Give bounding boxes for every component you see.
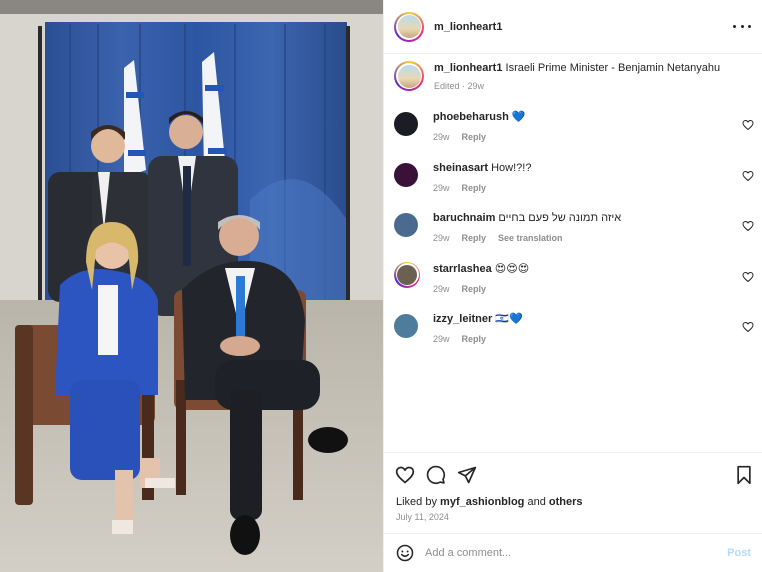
comment-like-heart-icon[interactable] <box>742 119 754 131</box>
caption-avatar[interactable] <box>394 61 424 91</box>
send-icon[interactable] <box>457 465 477 485</box>
commenter-avatar[interactable] <box>394 261 420 288</box>
caption-text: Israeli Prime Minister - Benjamin Netany… <box>505 62 721 74</box>
reply-button[interactable]: Reply <box>462 181 487 195</box>
post-photo[interactable] <box>0 0 383 572</box>
comment-username[interactable]: phoebeharush <box>433 111 509 123</box>
comment-time: 29w <box>433 233 450 243</box>
likes-others-link[interactable]: others <box>549 496 583 508</box>
photo-illustration <box>0 0 383 572</box>
comment-time: 29w <box>433 334 450 344</box>
see-translation-button[interactable]: See translation <box>498 231 563 245</box>
post-header: m_lionheart1 <box>384 0 762 54</box>
comment-item: phoebeharush 💙 29w Reply <box>394 110 754 161</box>
caption: m_lionheart1 Israeli Prime Minister - Be… <box>394 61 754 93</box>
comment-item: starrlashea 😍😍😍 29w Reply <box>394 261 754 313</box>
comment-text: 😍😍😍 <box>494 262 530 275</box>
comment-item: izzy_leitner 🇮🇱💙 29w Reply <box>394 312 754 363</box>
comment-username[interactable]: baruchnaim <box>433 212 495 224</box>
heart-icon[interactable] <box>395 465 415 485</box>
comment-like-heart-icon[interactable] <box>742 321 754 333</box>
reply-button[interactable]: Reply <box>462 282 487 296</box>
emoji-smiley-icon[interactable] <box>396 544 414 562</box>
comment-like-heart-icon[interactable] <box>742 220 754 232</box>
commenter-avatar[interactable] <box>394 112 418 136</box>
reply-button[interactable]: Reply <box>462 332 487 346</box>
bookmark-icon[interactable] <box>734 465 754 485</box>
post-action-bar <box>384 452 762 494</box>
comment-time: 29w <box>433 283 450 294</box>
comment-input[interactable] <box>425 547 715 559</box>
post-sidebar: m_lionheart1 m_lionheart1 Israeli Prime … <box>383 0 762 572</box>
comment-like-heart-icon[interactable] <box>742 170 754 182</box>
comment-text: How!?!? <box>491 161 532 174</box>
caption-username[interactable]: m_lionheart1 <box>434 62 502 74</box>
author-username[interactable]: m_lionheart1 <box>434 21 502 33</box>
comment-composer: Post <box>384 533 762 572</box>
comment-username[interactable]: sheinasart <box>433 162 488 174</box>
author-avatar[interactable] <box>394 11 424 42</box>
post-comment-button[interactable]: Post <box>727 547 751 559</box>
caption-meta: Edited · 29w <box>434 81 485 91</box>
comment-username[interactable]: starrlashea <box>433 263 492 275</box>
comments-list: phoebeharush 💙 29w Reply sheinasart How!… <box>394 110 754 363</box>
reply-button[interactable]: Reply <box>462 231 487 245</box>
likes-prefix: Liked by <box>396 496 437 508</box>
comment-item: baruchnaim איזה תמונה של פעם בחיים 29w R… <box>394 211 754 262</box>
post-date: July 11, 2024 <box>396 512 449 522</box>
comment-bubble-icon[interactable] <box>426 465 446 485</box>
likes-summary: Liked by myf_ashionblog and others <box>396 496 583 508</box>
commenter-avatar[interactable] <box>394 162 418 187</box>
liked-by-user[interactable]: myf_ashionblog <box>440 496 524 508</box>
comment-item: sheinasart How!?!? 29w Reply <box>394 161 754 212</box>
comment-text: 🇮🇱💙 <box>495 313 523 325</box>
comment-like-heart-icon[interactable] <box>742 271 754 283</box>
comment-text: איזה תמונה של פעם בחיים <box>498 212 622 224</box>
comment-text: 💙 <box>511 111 526 123</box>
reply-button[interactable]: Reply <box>462 130 487 144</box>
likes-and: and <box>527 496 546 508</box>
comment-time: 29w <box>433 132 450 142</box>
commenter-avatar[interactable] <box>394 213 418 237</box>
instagram-post-view: m_lionheart1 m_lionheart1 Israeli Prime … <box>0 0 762 572</box>
more-options-icon[interactable] <box>733 18 751 34</box>
comment-time: 29w <box>433 182 450 193</box>
comment-username[interactable]: izzy_leitner <box>433 313 492 325</box>
commenter-avatar[interactable] <box>394 314 418 338</box>
